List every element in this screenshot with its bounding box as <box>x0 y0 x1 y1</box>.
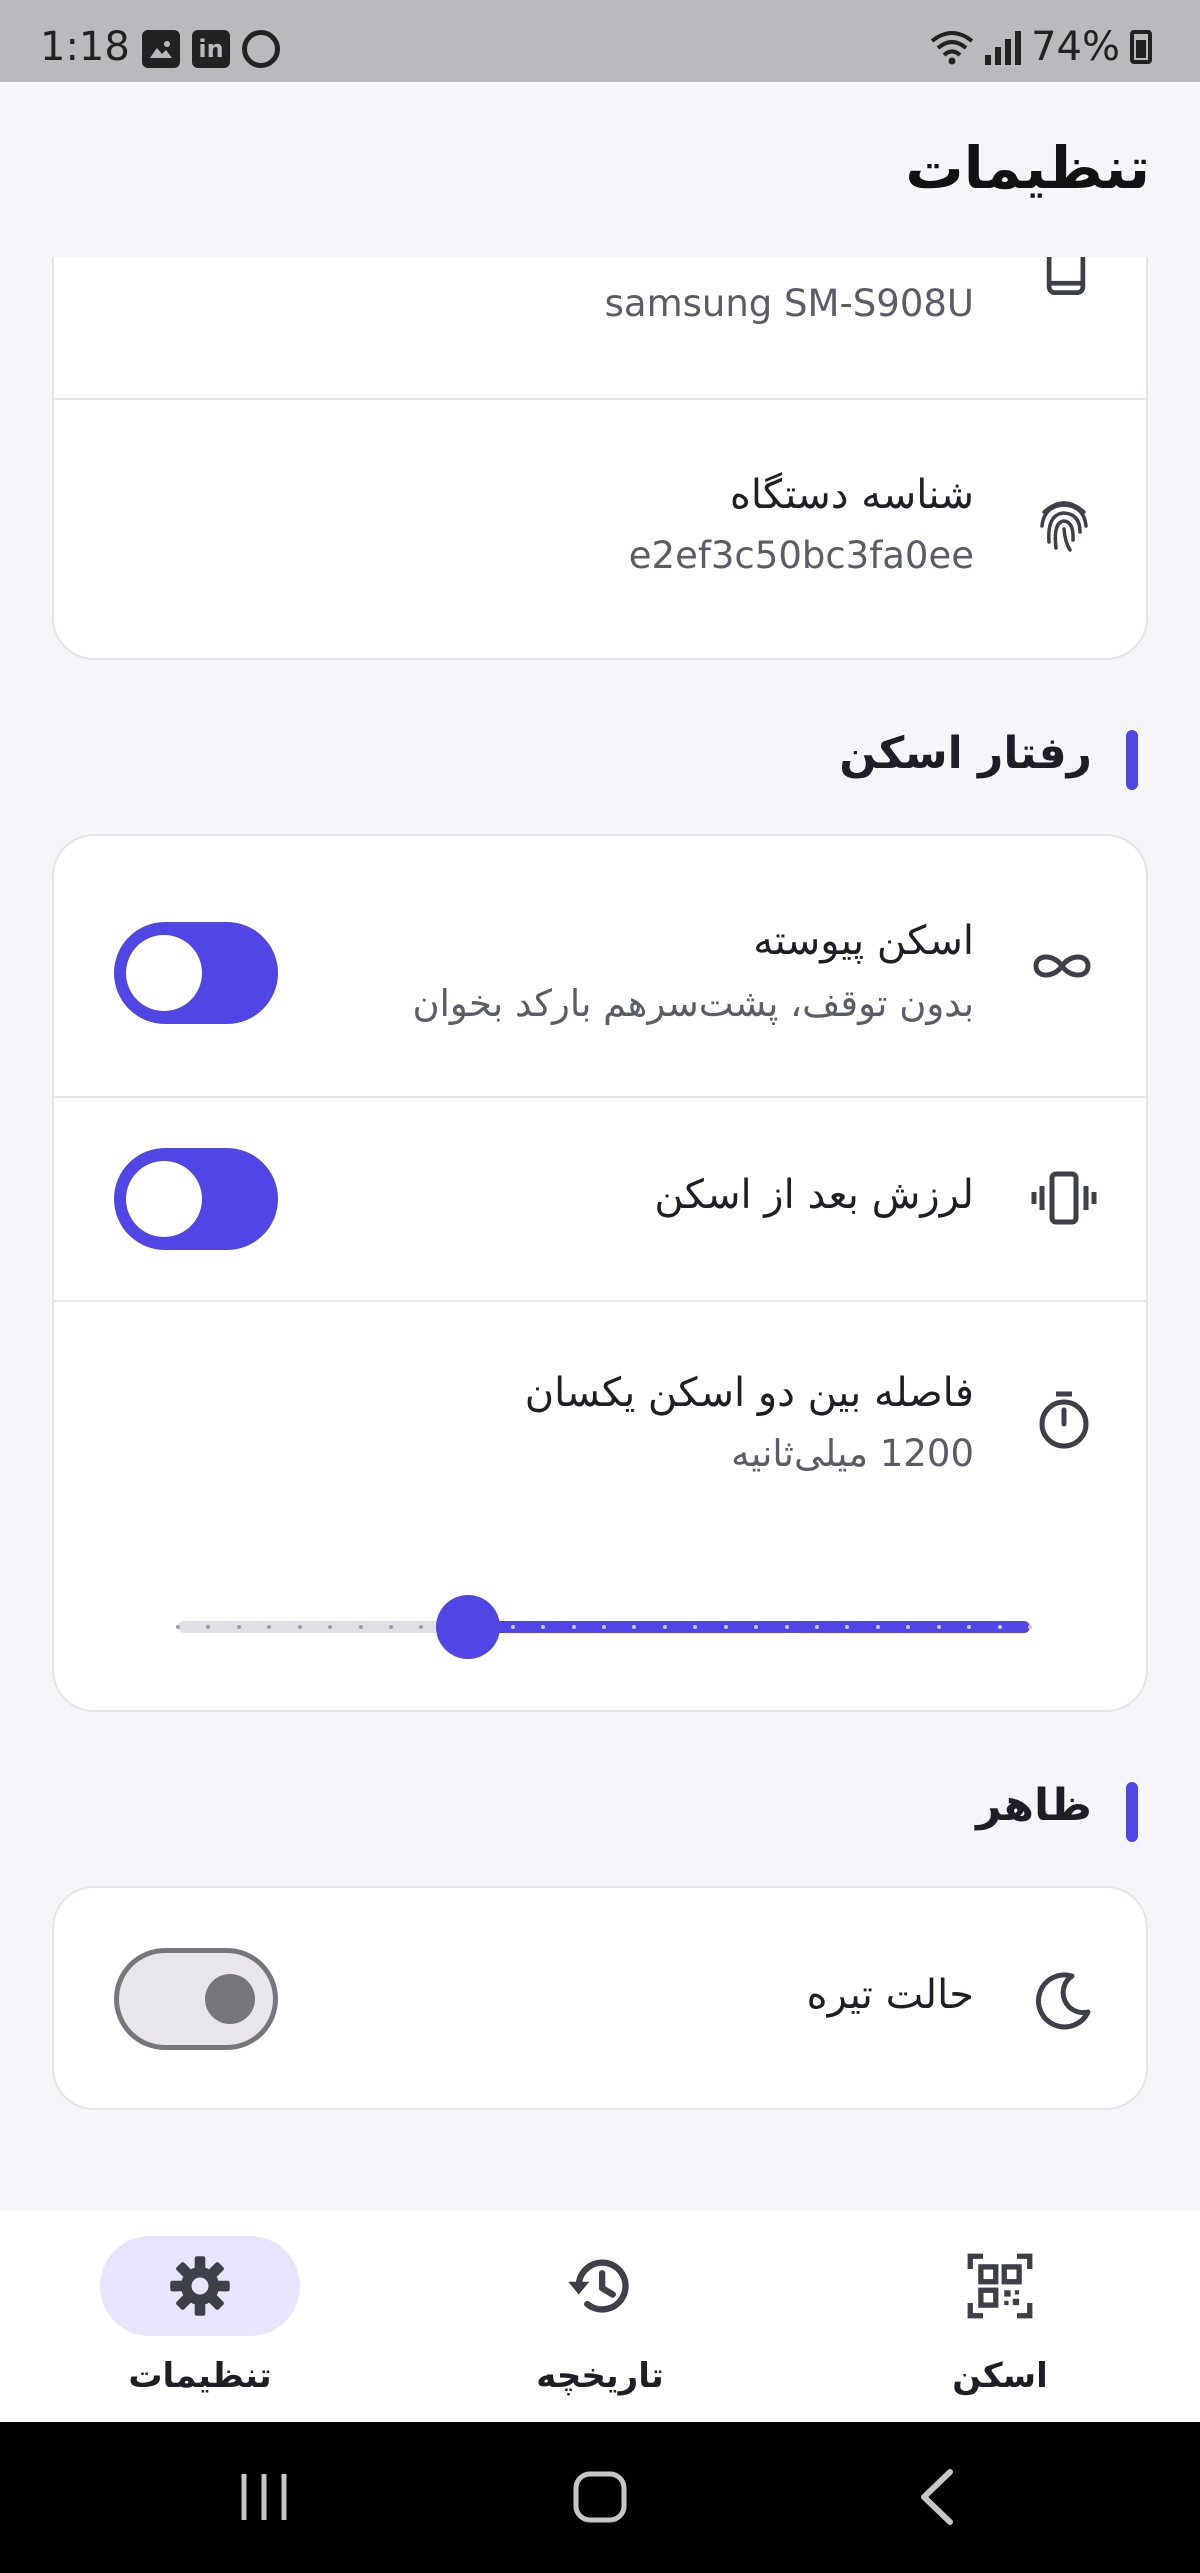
slider-tick-dot <box>937 1625 941 1629</box>
continuous-scan-sub: بدون توقف، پشت‌سرهم بارکد بخوان <box>412 982 974 1025</box>
status-bar: 1:18 in 74% <box>0 0 1200 82</box>
slider-tick-dot <box>754 1625 758 1629</box>
appearance-card: حالت تیره <box>52 1886 1148 2110</box>
recents-icon[interactable] <box>224 2462 304 2532</box>
slider-tick-dot <box>724 1625 728 1629</box>
slider-tick-dot <box>267 1625 271 1629</box>
slider-tick-dot <box>815 1625 819 1629</box>
system-navigation-bar <box>0 2422 1200 2573</box>
gallery-icon <box>142 30 180 68</box>
history-icon <box>568 2259 629 2313</box>
back-icon[interactable] <box>896 2462 976 2532</box>
toggle-knob <box>205 1974 255 2024</box>
slider-tick-dot <box>206 1625 210 1629</box>
scan-interval-label: فاصله بین دو اسکن یکسان <box>524 1370 974 1416</box>
slider-tick-dot <box>998 1625 1002 1629</box>
battery-percent: 74% <box>1031 24 1120 70</box>
battery-charging-icon <box>1130 30 1152 64</box>
toggle-knob <box>126 935 202 1011</box>
vibrate-label: لرزش بعد از اسکن <box>654 1172 974 1218</box>
device-id-label: شناسه دستگاه <box>729 472 974 518</box>
scan-interval-row: فاصله بین دو اسکن یکسان 1200 میلی‌ثانیه <box>54 1302 1146 1710</box>
slider-tick-dot <box>572 1625 576 1629</box>
slider-thumb[interactable] <box>436 1595 500 1659</box>
nav-history-label: تاریخچه <box>536 2356 664 2396</box>
timer-icon <box>1039 1391 1089 1449</box>
scan-section-title: رفتار اسکن <box>839 728 1092 779</box>
nav-history[interactable]: تاریخچه <box>450 2210 750 2422</box>
page-title: تنظیمات <box>905 134 1150 202</box>
continuous-scan-row[interactable]: اسکن پیوسته بدون توقف، پشت‌سرهم بارکد بخ… <box>54 836 1146 1096</box>
section-accent-bar <box>1126 1782 1138 1842</box>
vibrate-icon <box>1031 1171 1097 1225</box>
moon-icon <box>1036 1972 1091 2030</box>
slider-tick-dots <box>176 1625 1032 1629</box>
slider-tick-dot <box>176 1625 180 1629</box>
slider-tick-dot <box>541 1625 545 1629</box>
scan-interval-slider[interactable] <box>176 1595 1032 1659</box>
scan-settings-card: اسکن پیوسته بدون توقف، پشت‌سرهم بارکد بخ… <box>52 834 1148 1712</box>
nav-settings[interactable]: تنظیمات <box>50 2210 350 2422</box>
slider-tick-dot <box>359 1625 363 1629</box>
slider-tick-dot <box>237 1625 241 1629</box>
home-icon[interactable] <box>560 2462 640 2532</box>
continuous-scan-toggle[interactable] <box>114 922 278 1024</box>
nav-scan-label: اسکن <box>952 2356 1048 2396</box>
slider-tick-dot <box>785 1625 789 1629</box>
slider-tick-dot <box>876 1625 880 1629</box>
device-model-value: samsung SM-S908U <box>604 282 974 325</box>
vibrate-row[interactable]: لرزش بعد از اسکن <box>54 1098 1146 1300</box>
slider-tick-dot <box>1028 1625 1032 1629</box>
vibrate-toggle[interactable] <box>114 1148 278 1250</box>
continuous-scan-label: اسکن پیوسته <box>753 918 974 964</box>
qr-scan-icon <box>967 2253 1033 2319</box>
slider-tick-dot <box>419 1625 423 1629</box>
slider-tick-dot <box>845 1625 849 1629</box>
slider-tick-dot <box>328 1625 332 1629</box>
wifi-icon <box>930 31 974 65</box>
dark-mode-toggle[interactable] <box>114 1948 278 2050</box>
device-id-value: e2ef3c50bc3fa0ee <box>628 534 974 577</box>
slider-tick-dot <box>906 1625 910 1629</box>
slider-tick-dot <box>511 1625 515 1629</box>
infinity-icon <box>1033 954 1091 978</box>
bottom-navigation: تنظیمات تاریخچه اسکن <box>0 2210 1200 2422</box>
app-icon <box>242 30 280 68</box>
appearance-section-title: ظاهر <box>976 1780 1092 1831</box>
dark-mode-label: حالت تیره <box>806 1972 974 2018</box>
slider-tick-dot <box>632 1625 636 1629</box>
device-id-row: شناسه دستگاه e2ef3c50bc3fa0ee <box>54 400 1146 658</box>
slider-tick-dot <box>298 1625 302 1629</box>
linkedin-icon: in <box>192 30 230 68</box>
scan-interval-value: 1200 میلی‌ثانیه <box>731 1432 974 1475</box>
signal-icon <box>985 29 1022 65</box>
toggle-knob <box>126 1161 202 1237</box>
section-accent-bar <box>1126 730 1138 790</box>
gear-icon <box>170 2256 230 2316</box>
app-header: تنظیمات <box>0 82 1200 257</box>
nav-scan[interactable]: اسکن <box>850 2210 1150 2422</box>
slider-tick-dot <box>602 1625 606 1629</box>
slider-tick-dot <box>693 1625 697 1629</box>
dark-mode-row[interactable]: حالت تیره <box>54 1888 1146 2108</box>
fingerprint-icon <box>1040 501 1088 552</box>
status-time: 1:18 <box>40 24 130 70</box>
nav-settings-label: تنظیمات <box>128 2356 272 2396</box>
slider-tick-dot <box>663 1625 667 1629</box>
slider-tick-dot <box>967 1625 971 1629</box>
slider-tick-dot <box>389 1625 393 1629</box>
